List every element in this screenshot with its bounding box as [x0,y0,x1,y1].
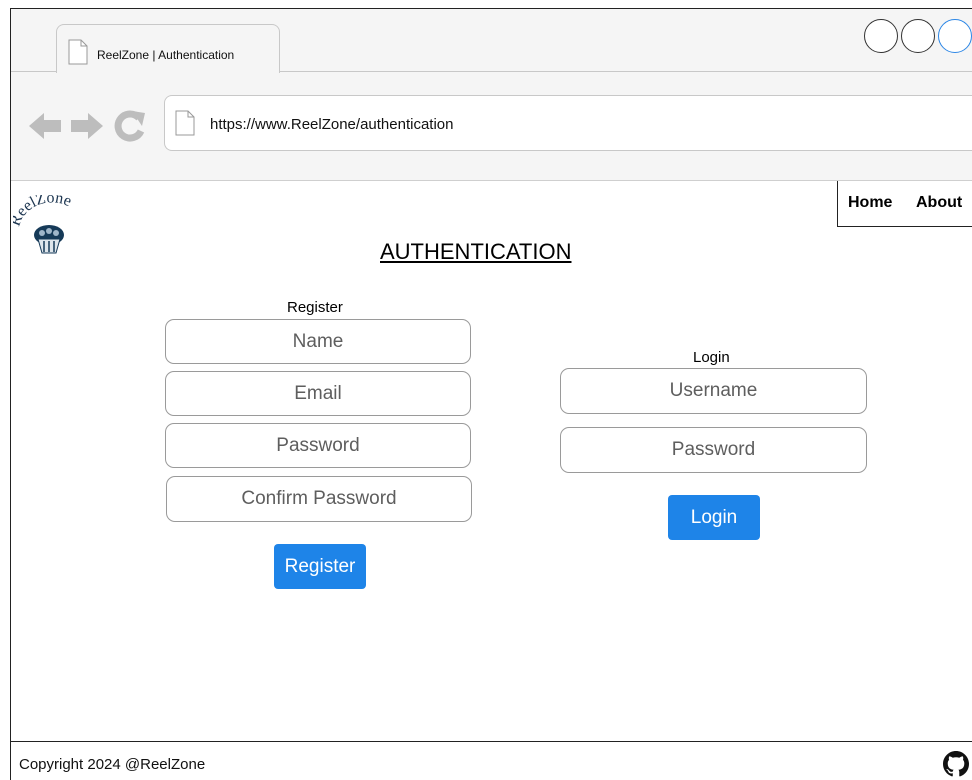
browser-chrome: ReelZone | Authentication https://www.Re… [11,9,972,181]
reelzone-logo[interactable]: ReelZone [7,189,91,259]
browser-tab[interactable]: ReelZone | Authentication [56,24,280,73]
login-password-input[interactable] [560,427,867,473]
address-bar[interactable]: https://www.ReelZone/authentication [164,95,972,151]
page-title: AUTHENTICATION [380,239,572,264]
login-heading: Login [693,349,730,366]
browser-window: ReelZone | Authentication https://www.Re… [7,8,972,780]
reload-icon[interactable] [113,109,147,148]
login-username-input[interactable] [560,368,867,414]
nav-about-link[interactable]: About [916,194,962,212]
register-button[interactable]: Register [274,544,366,589]
window-button-1[interactable] [864,19,898,53]
register-password-input[interactable] [165,423,471,468]
github-icon[interactable] [943,750,969,778]
copyright-text: Copyright 2024 @ReelZone [19,756,206,773]
top-navigation: Home About [837,181,972,227]
window-button-3[interactable] [938,19,972,53]
tab-title: ReelZone | Authentication [97,48,235,62]
footer: Copyright 2024 @ReelZone [11,741,972,780]
back-arrow-icon[interactable] [27,109,63,148]
page-icon [175,110,195,141]
register-heading: Register [287,299,343,316]
url-text: https://www.ReelZone/authentication [210,116,454,133]
nav-home-link[interactable]: Home [848,194,892,212]
register-name-input[interactable] [165,319,471,364]
page-icon [68,39,88,70]
register-confirm-password-input[interactable] [166,476,472,522]
window-button-2[interactable] [901,19,935,53]
window-controls [864,19,972,55]
login-button[interactable]: Login [668,495,760,540]
register-email-input[interactable] [165,371,471,416]
forward-arrow-icon[interactable] [69,109,105,148]
page-content: ReelZone Home About AUTHENTICATION Regis… [7,181,972,741]
svg-text:ReelZone: ReelZone [13,195,74,228]
